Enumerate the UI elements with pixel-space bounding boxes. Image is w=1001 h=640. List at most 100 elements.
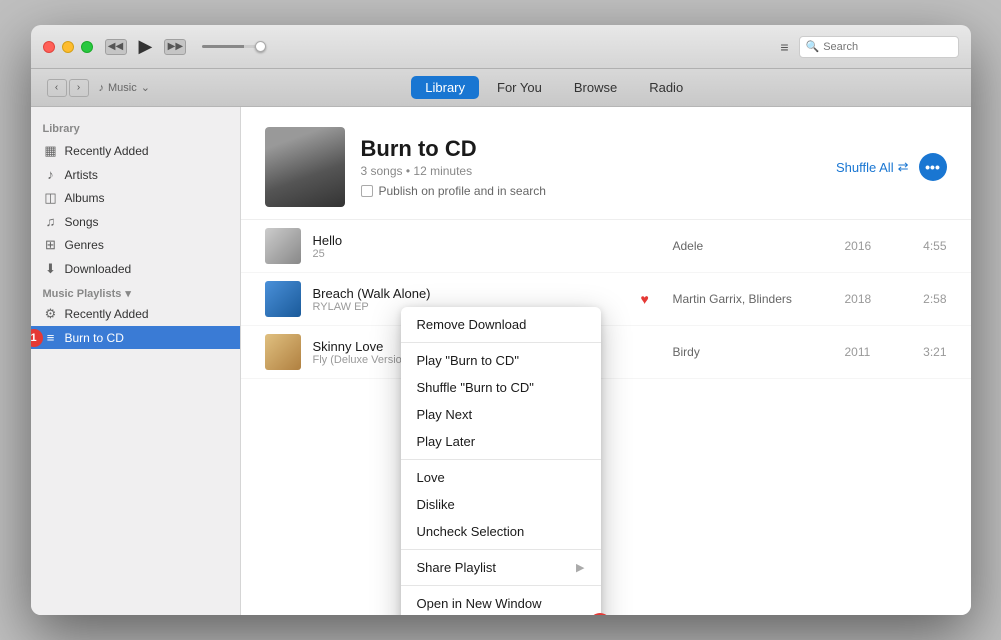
fastforward-button[interactable]: ▶▶ bbox=[164, 39, 186, 55]
playlist-header: Burn to CD 3 songs • 12 minutes Publish … bbox=[241, 107, 971, 220]
tab-radio[interactable]: Radio bbox=[635, 76, 697, 99]
titlebar-right: ≡ 🔍 bbox=[780, 36, 958, 58]
playlists-label: Music Playlists bbox=[43, 288, 122, 300]
song-duration: 2:58 bbox=[907, 292, 947, 306]
ctx-remove-download[interactable]: Remove Download bbox=[401, 311, 601, 338]
content-area: Burn to CD 3 songs • 12 minutes Publish … bbox=[241, 107, 971, 615]
song-year: 2016 bbox=[845, 239, 895, 253]
song-heart-icon: ♥ bbox=[641, 291, 661, 307]
sidebar-label-albums: Albums bbox=[65, 191, 105, 205]
song-row[interactable]: Hello 25 Adele 2016 4:55 bbox=[241, 220, 971, 273]
sidebar-label-downloaded: Downloaded bbox=[65, 262, 132, 276]
song-artist: Adele bbox=[673, 239, 833, 253]
submenu-arrow-icon: ▶ bbox=[576, 561, 584, 574]
song-duration: 4:55 bbox=[907, 239, 947, 253]
close-button[interactable] bbox=[43, 41, 55, 53]
titlebar: ◀◀ ▶ ▶▶ ≡ 🔍 bbox=[31, 25, 971, 69]
navbar: ‹ › ♪ Music ⌄ Library For You Browse Rad… bbox=[31, 69, 971, 107]
playlists-section[interactable]: Music Playlists ▾ bbox=[31, 281, 240, 302]
main-content: Library ▦ Recently Added ♪ Artists ◫ Alb… bbox=[31, 107, 971, 615]
sidebar-item-recently-added[interactable]: ▦ Recently Added bbox=[31, 139, 240, 163]
sidebar-label-recently-added: Recently Added bbox=[65, 144, 149, 158]
artist-icon: ♪ bbox=[43, 167, 59, 182]
sidebar-label-recently-added-pl: Recently Added bbox=[65, 307, 149, 321]
playlist-title: Burn to CD bbox=[361, 136, 821, 162]
ctx-separator bbox=[401, 459, 601, 460]
volume-slider[interactable] bbox=[202, 45, 262, 48]
ctx-open-window[interactable]: Open in New Window bbox=[401, 590, 601, 615]
ctx-separator bbox=[401, 549, 601, 550]
more-options-button[interactable]: ••• bbox=[919, 153, 947, 181]
rewind-button[interactable]: ◀◀ bbox=[105, 39, 127, 55]
library-section-label: Library bbox=[31, 115, 240, 139]
ctx-share-playlist[interactable]: Share Playlist ▶ bbox=[401, 554, 601, 581]
ctx-separator bbox=[401, 585, 601, 586]
minimize-button[interactable] bbox=[62, 41, 74, 53]
ctx-dislike[interactable]: Dislike bbox=[401, 491, 601, 518]
grid-icon: ▦ bbox=[43, 143, 59, 159]
ctx-uncheck[interactable]: Uncheck Selection bbox=[401, 518, 601, 545]
search-input[interactable] bbox=[823, 41, 951, 53]
search-icon: 🔍 bbox=[806, 40, 820, 53]
chevron-down-icon: ⌄ bbox=[141, 81, 150, 94]
shuffle-label: Shuffle All bbox=[836, 160, 894, 175]
ctx-play-next[interactable]: Play Next bbox=[401, 401, 601, 428]
publish-label: Publish on profile and in search bbox=[379, 184, 546, 198]
forward-arrow[interactable]: › bbox=[69, 79, 89, 97]
sidebar-label-burn-to-cd: Burn to CD bbox=[65, 331, 124, 345]
sidebar-item-burn-to-cd[interactable]: ≡ Burn to CD 1 bbox=[31, 326, 240, 349]
playlist-actions: Shuffle All ⇄ ••• bbox=[836, 153, 947, 181]
playlist-icon: ≡ bbox=[43, 330, 59, 345]
traffic-lights bbox=[43, 41, 93, 53]
music-label-text: Music bbox=[108, 82, 137, 94]
song-duration: 3:21 bbox=[907, 345, 947, 359]
ctx-shuffle-burn[interactable]: Shuffle "Burn to CD" bbox=[401, 374, 601, 401]
song-title: Breach (Walk Alone) bbox=[313, 286, 629, 301]
song-title: Hello bbox=[313, 233, 629, 248]
album-icon: ◫ bbox=[43, 190, 59, 206]
tab-library[interactable]: Library bbox=[411, 76, 479, 99]
sidebar-item-songs[interactable]: ♫ Songs bbox=[31, 210, 240, 233]
fullscreen-button[interactable] bbox=[81, 41, 93, 53]
song-year: 2018 bbox=[845, 292, 895, 306]
playlist-info: Burn to CD 3 songs • 12 minutes Publish … bbox=[361, 136, 821, 198]
publish-checkbox[interactable] bbox=[361, 185, 373, 197]
shuffle-all-button[interactable]: Shuffle All ⇄ bbox=[836, 159, 909, 175]
playback-controls: ◀◀ ▶ ▶▶ bbox=[105, 36, 263, 57]
sidebar-item-recently-added-playlist[interactable]: ⚙ Recently Added bbox=[31, 302, 240, 326]
sidebar-item-downloaded[interactable]: ⬇ Downloaded bbox=[31, 257, 240, 281]
song-artist: Martin Garrix, Blinders bbox=[673, 292, 833, 306]
tab-browse[interactable]: Browse bbox=[560, 76, 631, 99]
search-box[interactable]: 🔍 bbox=[799, 36, 959, 58]
sidebar-item-albums[interactable]: ◫ Albums bbox=[31, 186, 240, 210]
ctx-separator bbox=[401, 342, 601, 343]
genres-icon: ⊞ bbox=[43, 237, 59, 253]
ctx-love[interactable]: Love bbox=[401, 464, 601, 491]
sidebar-label-genres: Genres bbox=[65, 238, 104, 252]
playlist-meta: 3 songs • 12 minutes bbox=[361, 164, 821, 178]
song-album: 25 bbox=[313, 248, 629, 260]
sidebar-badge: 1 bbox=[31, 329, 43, 347]
music-source-label[interactable]: ♪ Music ⌄ bbox=[99, 81, 150, 94]
sidebar-label-songs: Songs bbox=[65, 215, 99, 229]
sidebar: Library ▦ Recently Added ♪ Artists ◫ Alb… bbox=[31, 107, 241, 615]
song-thumbnail bbox=[265, 334, 301, 370]
gear-icon: ⚙ bbox=[43, 306, 59, 322]
play-button[interactable]: ▶ bbox=[139, 36, 153, 57]
playlists-chevron-icon: ▾ bbox=[125, 287, 131, 300]
list-view-icon[interactable]: ≡ bbox=[780, 39, 788, 55]
back-arrow[interactable]: ‹ bbox=[47, 79, 67, 97]
ctx-play-later[interactable]: Play Later bbox=[401, 428, 601, 455]
tab-for-you[interactable]: For You bbox=[483, 76, 556, 99]
song-row[interactable]: Breach (Walk Alone) RYLAW EP ♥ Martin Ga… bbox=[241, 273, 971, 326]
playlist-artwork bbox=[265, 127, 345, 207]
song-year: 2011 bbox=[845, 345, 895, 359]
song-row[interactable]: Skinny Love Fly (Deluxe Version) Birdy 2… bbox=[241, 326, 971, 379]
song-artist: Birdy bbox=[673, 345, 833, 359]
shuffle-icon: ⇄ bbox=[898, 159, 909, 175]
nav-tabs: Library For You Browse Radio bbox=[154, 76, 955, 99]
sidebar-item-genres[interactable]: ⊞ Genres bbox=[31, 233, 240, 257]
ctx-play-burn[interactable]: Play "Burn to CD" bbox=[401, 347, 601, 374]
main-window: ◀◀ ▶ ▶▶ ≡ 🔍 ‹ › ♪ Music bbox=[31, 25, 971, 615]
sidebar-item-artists[interactable]: ♪ Artists bbox=[31, 163, 240, 186]
